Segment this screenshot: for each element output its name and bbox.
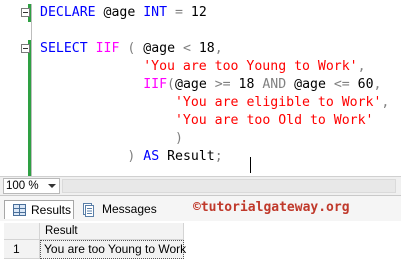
collapse-toggle-icon[interactable] bbox=[21, 44, 30, 53]
query-editor[interactable]: DECLARE @age INT = 12 SELECT IIF ( @age … bbox=[0, 0, 401, 176]
text-cursor bbox=[250, 157, 251, 173]
row-number[interactable]: 1 bbox=[4, 240, 40, 259]
code-token: ; bbox=[214, 149, 223, 164]
results-panel: Results Messages ©tutorialgateway.org Re… bbox=[0, 196, 401, 269]
zoom-dropdown[interactable]: 100 % bbox=[3, 178, 60, 194]
messages-document-icon bbox=[83, 203, 94, 217]
code-token: <= bbox=[333, 77, 350, 92]
grid-select-all-corner[interactable] bbox=[4, 223, 40, 240]
code-token: 60 bbox=[349, 77, 374, 92]
collapse-toggle-icon[interactable] bbox=[21, 8, 30, 17]
results-tab-strip: Results Messages ©tutorialgateway.org bbox=[0, 196, 401, 221]
code-token: 'You are eligible to Work' bbox=[174, 95, 382, 110]
column-header-result[interactable]: Result bbox=[40, 223, 184, 240]
tab-results-label: Results bbox=[31, 203, 72, 217]
code-token: AS bbox=[143, 149, 160, 164]
tab-messages[interactable]: Messages bbox=[76, 200, 157, 219]
code-token: AND bbox=[262, 77, 287, 92]
code-token: @age bbox=[175, 77, 215, 92]
code-token: 12 bbox=[182, 5, 207, 20]
code-token: ( bbox=[167, 77, 175, 92]
code-line: 'You are eligible to Work', bbox=[40, 94, 389, 112]
code-token: @age bbox=[286, 77, 334, 92]
results-grid[interactable]: Result 1 You are too Young to Work bbox=[4, 223, 401, 269]
outline-guide bbox=[31, 4, 32, 176]
code-line: ) bbox=[40, 130, 183, 148]
code-line: 'You are too Young to Work', bbox=[40, 58, 366, 76]
code-token: , bbox=[381, 95, 390, 110]
results-grid-icon bbox=[13, 204, 26, 216]
code-token: DECLARE bbox=[40, 5, 96, 20]
code-token: 'You are too Old to Work' bbox=[174, 113, 374, 128]
code-token: ) bbox=[174, 131, 183, 146]
code-line: 'You are too Old to Work' bbox=[40, 112, 374, 130]
code-token: >= bbox=[214, 77, 231, 92]
code-line: DECLARE @age INT = 12 bbox=[40, 4, 207, 22]
code-token: 18 bbox=[230, 77, 263, 92]
code-token: , bbox=[373, 77, 382, 92]
code-token: INT bbox=[143, 5, 168, 20]
tab-results[interactable]: Results bbox=[4, 200, 74, 219]
code-line: ) AS Result; bbox=[40, 148, 223, 166]
code-token: Result bbox=[159, 149, 215, 164]
code-token: < bbox=[182, 41, 191, 56]
code-token: @age bbox=[95, 5, 144, 20]
code-token: SELECT bbox=[40, 41, 88, 56]
code-token: = bbox=[175, 5, 183, 20]
zoom-value: 100 % bbox=[6, 180, 39, 192]
code-line: IIF(@age >= 18 AND @age <= 60, bbox=[40, 76, 382, 94]
tab-messages-label: Messages bbox=[102, 202, 157, 216]
code-token: , bbox=[357, 59, 366, 74]
chevron-down-icon bbox=[48, 184, 56, 188]
result-cell[interactable]: You are too Young to Work bbox=[40, 240, 186, 259]
horizontal-scrollbar[interactable] bbox=[62, 179, 396, 193]
code-token: 18 bbox=[190, 41, 215, 56]
code-token: IIF bbox=[95, 41, 120, 56]
code-line: SELECT IIF ( @age < 18, bbox=[40, 40, 223, 58]
code-token: IIF bbox=[143, 77, 168, 92]
watermark-text: ©tutorialgateway.org bbox=[193, 200, 350, 215]
editor-status-bar: 100 % bbox=[0, 176, 401, 196]
code-token: , bbox=[214, 41, 223, 56]
code-token: @age bbox=[135, 41, 183, 56]
code-token: 'You are too Young to Work' bbox=[143, 59, 358, 74]
